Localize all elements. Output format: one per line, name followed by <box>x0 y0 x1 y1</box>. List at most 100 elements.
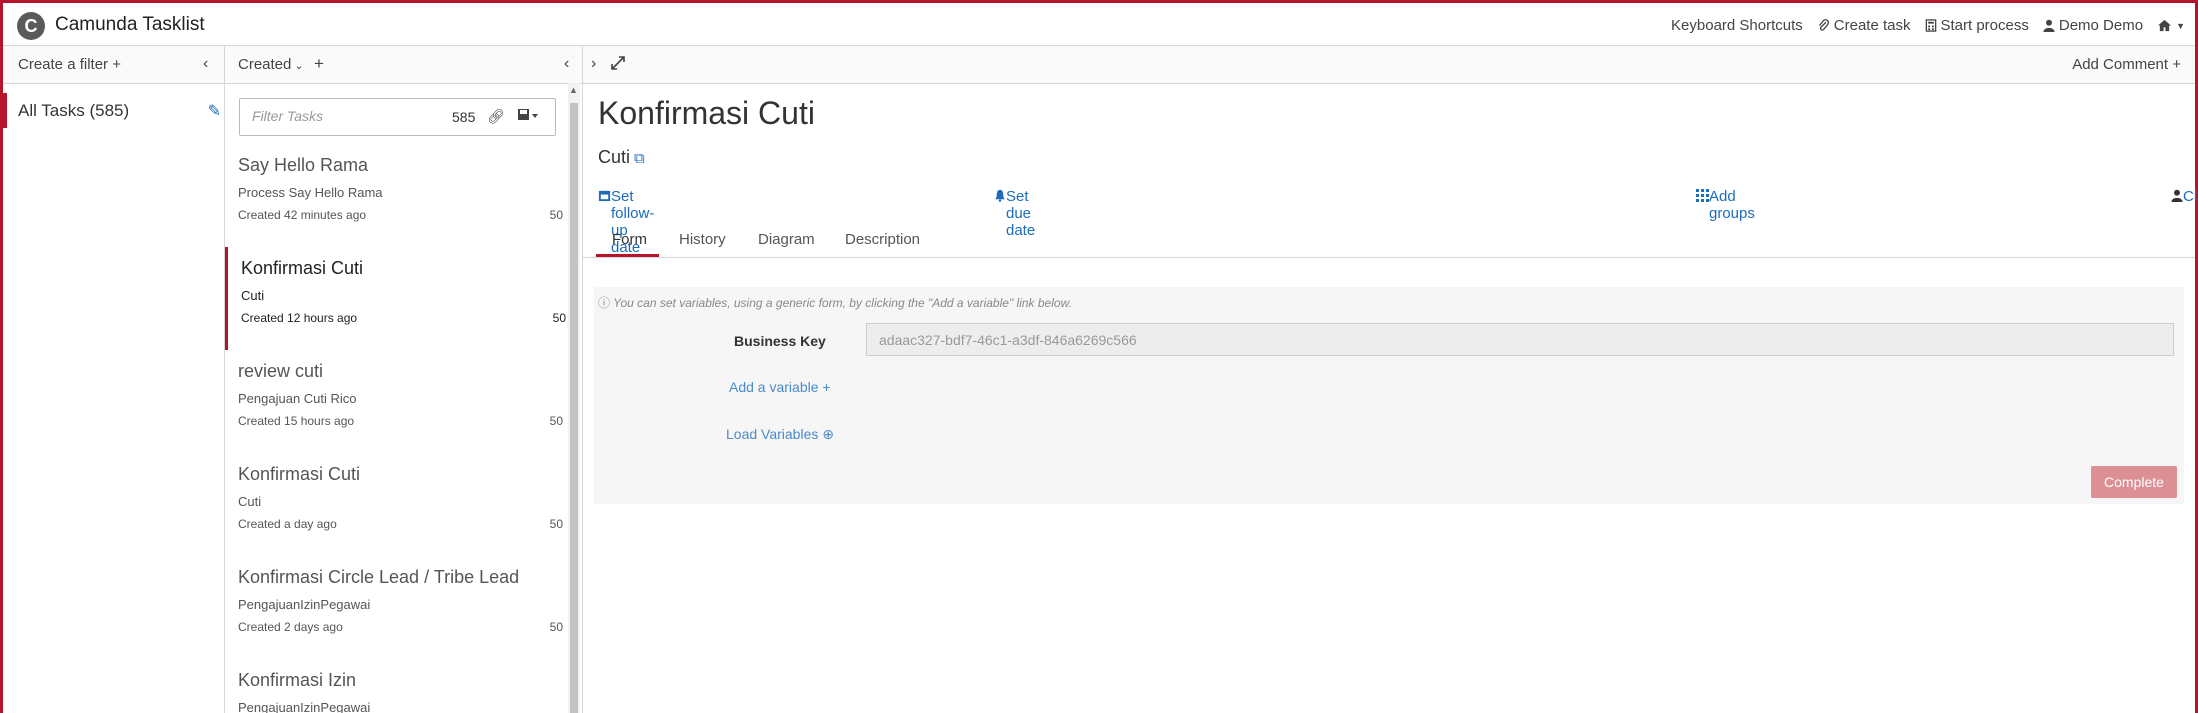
task-process: PengajuanIzinPegawai <box>238 700 371 713</box>
task-name: Konfirmasi Cuti <box>241 258 364 278</box>
task-priority: 50 <box>549 517 563 531</box>
business-key-value: adaac327-bdf7-46c1-a3df-846a6269c566 <box>879 332 1137 348</box>
plus-icon: + <box>112 56 121 73</box>
task-created: Created 42 minutes ago <box>238 208 367 222</box>
sort-label: Created <box>238 56 292 73</box>
task-name: Say Hello Rama <box>238 155 369 175</box>
task-list-item-selected[interactable]: Konfirmasi Cuti Cuti Created 12 hours ag… <box>225 247 568 350</box>
filter-tasks-placeholder: Filter Tasks <box>252 108 324 124</box>
camunda-logo-icon[interactable]: C <box>17 12 45 40</box>
business-key-field[interactable]: adaac327-bdf7-46c1-a3df-846a6269c566 <box>866 323 2174 356</box>
form-hint: ⓘ You can set variables, using a generic… <box>598 294 1072 311</box>
task-priority: 50 <box>549 208 563 222</box>
calculator-icon <box>1925 19 1936 32</box>
add-groups-link[interactable]: Add groups <box>1696 188 1755 222</box>
pencil-icon[interactable]: ✎ <box>208 101 221 121</box>
tab-description[interactable]: Description <box>845 231 920 248</box>
caret-down-icon: ▼ <box>2176 20 2185 31</box>
user-menu[interactable]: Demo Demo <box>2043 17 2143 34</box>
header-actions: Keyboard Shortcuts Create task Start pro… <box>1671 17 2185 34</box>
create-task-link[interactable]: Create task <box>1817 17 1911 34</box>
task-priority: 50 <box>549 620 563 634</box>
filter-tasks-input[interactable]: Filter Tasks 585 🔗︎ <box>239 98 556 136</box>
task-count: 585 <box>452 109 476 125</box>
load-variables-link[interactable]: Load Variables ⊕ <box>726 426 834 443</box>
filters-toolbar: Create a filter + ‹ <box>3 46 224 84</box>
complete-button[interactable]: Complete <box>2091 466 2177 498</box>
task-created: Created 12 hours ago <box>241 311 358 325</box>
app-title[interactable]: Camunda Tasklist <box>55 14 205 36</box>
start-process-link[interactable]: Start process <box>1925 17 2029 34</box>
task-process: Cuti <box>238 494 262 509</box>
floppy-caret-icon <box>518 109 538 120</box>
task-priority: 50 <box>552 311 566 325</box>
chevron-down-icon: ⌄ <box>291 60 304 72</box>
task-name: review cuti <box>238 361 324 381</box>
set-followup-date-link[interactable]: Set follow-up date <box>598 188 654 256</box>
add-sorting-plus-icon[interactable]: + <box>314 54 324 74</box>
user-name: Demo Demo <box>2058 17 2144 34</box>
task-list-column: Created ⌄ + ‹ Filter Tasks 585 🔗︎ Say He… <box>225 46 583 713</box>
circle-arrow-down-icon: ⊕ <box>822 426 834 442</box>
create-filter-label: Create a filter <box>18 56 109 73</box>
task-tabs: Form History Diagram Description <box>583 223 2195 258</box>
start-process-label: Start process <box>1940 17 2029 34</box>
add-variable-link[interactable]: Add a variable + <box>729 379 831 395</box>
task-process: Process Say Hello Rama <box>238 185 383 200</box>
create-task-label: Create task <box>1833 17 1911 34</box>
task-created: Created a day ago <box>238 517 337 531</box>
paperclip-icon <box>1818 19 1829 31</box>
link-icon[interactable]: 🔗︎ <box>487 108 505 125</box>
task-name: Konfirmasi Izin <box>238 670 357 690</box>
task-list-toolbar: Created ⌄ + ‹ <box>225 46 582 84</box>
scrollbar-thumb[interactable] <box>570 103 578 713</box>
task-name: Konfirmasi Circle Lead / Tribe Lead <box>238 567 520 587</box>
task-process-link[interactable]: Cuti ⧉ <box>598 147 645 168</box>
task-title: Konfirmasi Cuti <box>598 95 815 131</box>
add-comment-button[interactable]: Add Comment + <box>2072 56 2181 73</box>
task-created: Created 2 days ago <box>238 620 343 634</box>
plus-icon: + <box>2172 56 2181 73</box>
keyboard-shortcuts-label: Keyboard Shortcuts <box>1671 17 1803 34</box>
filter-item-all-tasks[interactable]: All Tasks (585) ✎ <box>3 93 225 128</box>
form-hint-text: You can set variables, using a generic f… <box>613 296 1072 310</box>
tab-form[interactable]: Form <box>612 231 647 248</box>
task-list-item[interactable]: Konfirmasi Circle Lead / Tribe Lead Peng… <box>225 556 565 659</box>
task-list-item[interactable]: Konfirmasi Cuti Cuti Created a day ago 5… <box>225 453 565 556</box>
active-tab-indicator <box>596 254 659 257</box>
grid-icon <box>1696 189 1709 202</box>
claim-link[interactable]: Claim <box>2171 188 2198 205</box>
task-list-item[interactable]: Konfirmasi Izin PengajuanIzinPegawai <box>225 659 565 713</box>
task-detail-column: › Add Comment + Konfirmasi Cuti Cuti ⧉ Se… <box>583 46 2198 713</box>
user-icon <box>2043 19 2055 32</box>
set-due-date-link[interactable]: Set due date <box>994 188 1035 239</box>
scroll-up-arrow-icon[interactable]: ▲ <box>569 85 578 95</box>
maximize-icon[interactable] <box>611 56 625 70</box>
business-key-label: Business Key <box>734 333 826 349</box>
sort-dropdown[interactable]: Created ⌄ <box>238 56 304 73</box>
load-variables-label: Load Variables <box>726 426 819 442</box>
calendar-icon <box>598 190 611 202</box>
create-filter-button[interactable]: Create a filter + <box>18 56 121 73</box>
task-list-item[interactable]: Say Hello Rama Process Say Hello Rama Cr… <box>225 144 565 247</box>
external-link-icon[interactable]: ⧉ <box>634 150 645 167</box>
expand-list-chevron-icon[interactable]: › <box>591 55 596 73</box>
generic-task-form: ⓘ You can set variables, using a generic… <box>594 287 2184 504</box>
keyboard-shortcuts-link[interactable]: Keyboard Shortcuts <box>1671 17 1803 34</box>
save-icon[interactable] <box>517 108 539 122</box>
task-process: Cuti <box>241 288 265 303</box>
task-process: PengajuanIzinPegawai <box>238 597 371 612</box>
collapse-list-chevron-icon[interactable]: ‹ <box>564 55 569 73</box>
claim-label: Claim <box>2183 188 2198 205</box>
task-process: Pengajuan Cuti Rico <box>238 391 357 406</box>
user-icon <box>2171 189 2183 202</box>
tab-diagram[interactable]: Diagram <box>758 231 815 248</box>
tab-history[interactable]: History <box>679 231 726 248</box>
task-list-scrollbar[interactable]: ▲ <box>568 83 580 713</box>
home-menu[interactable]: ▼ <box>2157 19 2185 32</box>
plus-icon: + <box>822 379 831 395</box>
task-created: Created 15 hours ago <box>238 414 355 428</box>
collapse-filters-chevron-icon[interactable]: ‹ <box>203 55 208 73</box>
bell-icon <box>995 189 1005 202</box>
task-list-item[interactable]: review cuti Pengajuan Cuti Rico Created … <box>225 350 565 453</box>
